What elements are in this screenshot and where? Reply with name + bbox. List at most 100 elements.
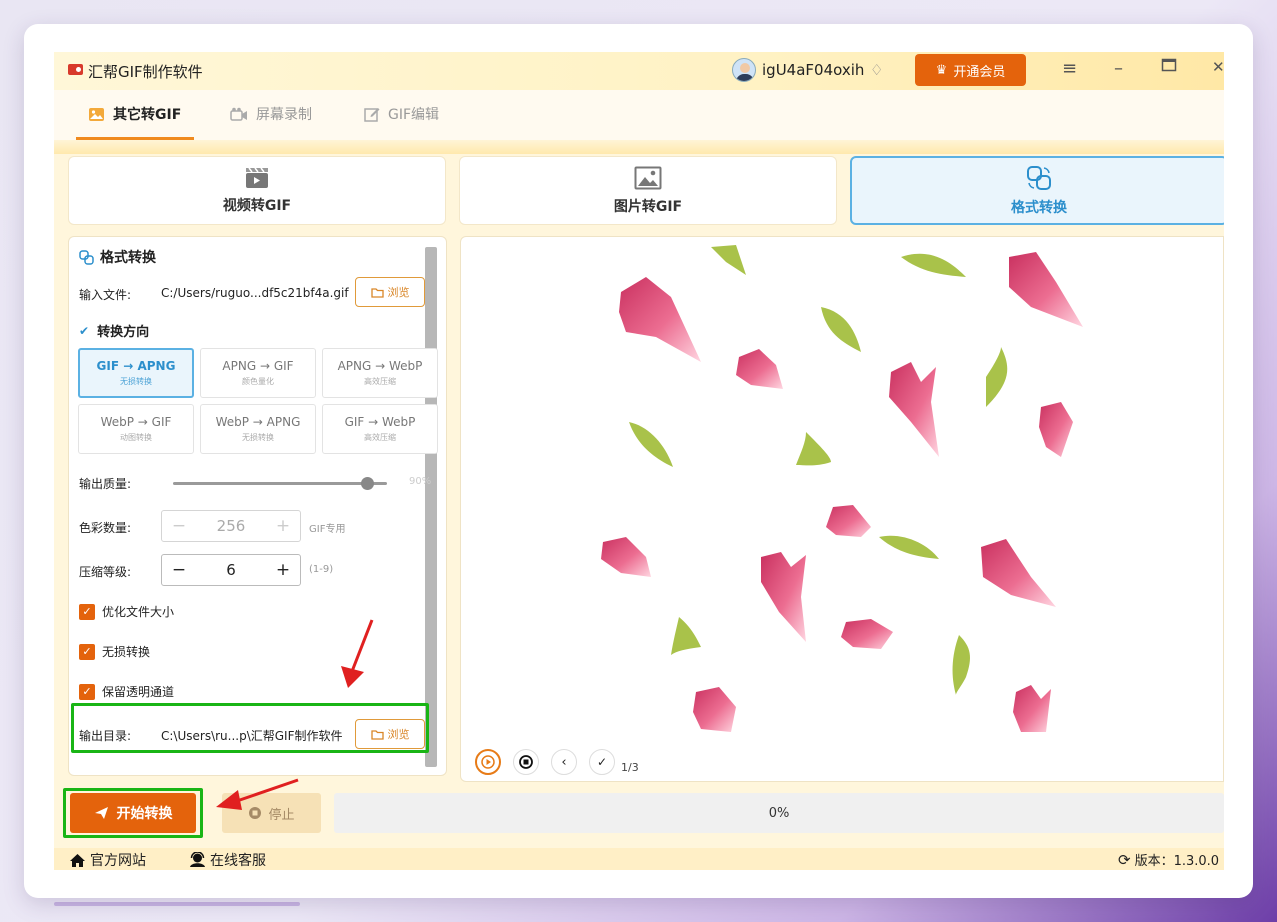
direction-sub: 高效压缩 <box>364 433 396 442</box>
tab-other-to-gif[interactable]: 其它转GIF <box>88 104 181 124</box>
online-support-link[interactable]: 在线客服 <box>189 850 266 870</box>
checkbox-checked-icon[interactable]: ✓ <box>79 603 95 620</box>
vip-diamond-icon: ♢ <box>870 61 884 79</box>
close-icon[interactable]: ✕ <box>1212 58 1224 76</box>
mode-label: 格式转换 <box>1011 199 1067 216</box>
page-indicator: 1/3 <box>621 760 639 774</box>
mode-label: 图片转GIF <box>613 198 683 215</box>
menu-icon[interactable]: ≡ <box>1062 58 1077 79</box>
version-info: ⟳ 版本：1.3.0.0 <box>1118 850 1220 870</box>
direction-main: APNG → WebP <box>337 359 423 373</box>
colors-value: 256 <box>216 517 246 535</box>
username[interactable]: igU4aF04oxih <box>762 61 864 79</box>
input-file-label: 输入文件: <box>79 288 132 302</box>
direction-main: APNG → GIF <box>222 359 294 373</box>
video-icon <box>246 167 268 188</box>
direction-sub: 动图转换 <box>120 433 152 442</box>
checkbox-optimize-size[interactable]: ✓ 优化文件大小 <box>79 603 174 620</box>
direction-main: GIF → WebP <box>344 415 416 429</box>
increment-button[interactable]: + <box>274 516 292 536</box>
quality-slider[interactable] <box>173 482 387 485</box>
compress-stepper[interactable]: − 6 + <box>161 554 301 586</box>
input-file-path: C:/Users/ruguo...df5c21bf4a.gif <box>161 286 349 300</box>
app-title: 汇帮GIF制作软件 <box>88 63 203 81</box>
increment-button[interactable]: + <box>274 560 292 580</box>
annotation-highlight-start <box>63 788 203 838</box>
maximize-icon[interactable] <box>1161 57 1177 78</box>
checkbox-checked-icon[interactable]: ✓ <box>79 643 95 660</box>
version-label: 版本：1.3.0.0 <box>1134 854 1220 869</box>
gif-preview-image <box>601 245 1083 732</box>
direction-main: WebP → APNG <box>215 415 301 429</box>
tab-screen-record[interactable]: 屏幕录制 <box>230 104 312 124</box>
decrement-button[interactable]: − <box>170 516 188 536</box>
direction-apng-to-webp[interactable]: APNG → WebP 高效压缩 <box>322 348 438 398</box>
app-window: 汇帮GIF制作软件 igU4aF04oxih ♢ ♛ 开通会员 ≡ – ✕ 其它… <box>54 52 1224 870</box>
checkbox-keep-alpha[interactable]: ✓ 保留透明通道 <box>79 683 174 700</box>
camera-tab-icon <box>230 107 247 121</box>
app-logo-icon <box>68 64 83 75</box>
browse-label: 浏览 <box>387 286 410 299</box>
preview-controls: ‹ ✓ 1/3 <box>475 749 639 775</box>
stop-preview-button[interactable] <box>513 749 539 775</box>
checkbox-lossless[interactable]: ✓ 无损转换 <box>79 643 150 660</box>
direction-apng-to-gif[interactable]: APNG → GIF 颜色量化 <box>200 348 316 398</box>
decrement-button[interactable]: − <box>170 560 188 580</box>
home-icon <box>70 853 85 867</box>
tabs-separator <box>54 140 1224 154</box>
tab-label: 屏幕录制 <box>256 107 312 123</box>
direction-gif-to-apng[interactable]: GIF → APNG 无损转换 <box>78 348 194 398</box>
support-icon <box>190 852 205 867</box>
colors-stepper[interactable]: − 256 + <box>161 510 301 542</box>
mode-video-to-gif[interactable]: 视频转GIF <box>68 156 446 225</box>
convert-icon <box>1027 165 1051 190</box>
direction-gif-to-webp[interactable]: GIF → WebP 高效压缩 <box>322 404 438 454</box>
preview-area: ‹ ✓ 1/3 <box>460 236 1224 782</box>
checkbox-checked-icon[interactable]: ✓ <box>79 683 95 700</box>
confirm-button[interactable]: ✓ <box>589 749 615 775</box>
image-tab-icon <box>89 107 104 121</box>
quality-value: 90% <box>409 476 432 487</box>
checkbox-label: 无损转换 <box>102 645 151 659</box>
checkbox-label: 保留透明通道 <box>102 685 175 699</box>
direction-sub: 无损转换 <box>242 433 274 442</box>
scrollbar[interactable] <box>425 247 437 767</box>
direction-webp-to-apng[interactable]: WebP → APNG 无损转换 <box>200 404 316 454</box>
tab-gif-edit[interactable]: GIF编辑 <box>364 104 439 124</box>
tab-label: 其它转GIF <box>113 107 182 123</box>
play-icon <box>481 755 495 769</box>
direction-sub: 高效压缩 <box>364 377 396 386</box>
annotation-arrow-down <box>341 619 374 688</box>
mode-image-to-gif[interactable]: 图片转GIF <box>459 156 837 225</box>
footer: 官方网站 在线客服 ⟳ 版本：1.3.0.0 <box>54 848 1224 870</box>
play-button[interactable] <box>475 749 501 775</box>
background-strip <box>54 902 300 906</box>
direction-title: ✔ 转换方向 <box>79 321 149 341</box>
colors-hint: GIF专用 <box>309 524 346 535</box>
progress-bar: 0% <box>334 793 1224 833</box>
progress-text: 0% <box>768 805 790 821</box>
avatar[interactable] <box>732 58 756 82</box>
input-browse-button[interactable]: 浏览 <box>355 277 425 307</box>
direction-main: GIF → APNG <box>96 359 176 373</box>
annotation-highlight-output <box>71 703 429 753</box>
minimize-icon[interactable]: – <box>1114 58 1123 79</box>
compress-label: 压缩等级: <box>79 565 132 579</box>
mode-format-convert[interactable]: 格式转换 <box>850 156 1224 225</box>
official-site-link[interactable]: 官方网站 <box>69 850 146 870</box>
chevron-left-icon: ‹ <box>561 754 567 770</box>
annotation-arrow-left <box>216 778 299 810</box>
refresh-icon[interactable]: ⟳ <box>1118 851 1131 869</box>
vip-button[interactable]: ♛ 开通会员 <box>915 54 1026 86</box>
leaf-group <box>629 245 1008 695</box>
direction-sub: 无损转换 <box>120 377 152 386</box>
chevron-down-icon: ✔ <box>79 323 90 338</box>
convert-small-icon <box>79 249 94 265</box>
image-icon <box>634 166 662 189</box>
direction-sub: 颜色量化 <box>242 377 274 386</box>
previous-frame-button[interactable]: ‹ <box>551 749 577 775</box>
panel-title: 格式转换 <box>79 247 156 267</box>
quality-slider-thumb[interactable] <box>361 477 374 490</box>
folder-icon <box>370 287 384 298</box>
direction-webp-to-gif[interactable]: WebP → GIF 动图转换 <box>78 404 194 454</box>
